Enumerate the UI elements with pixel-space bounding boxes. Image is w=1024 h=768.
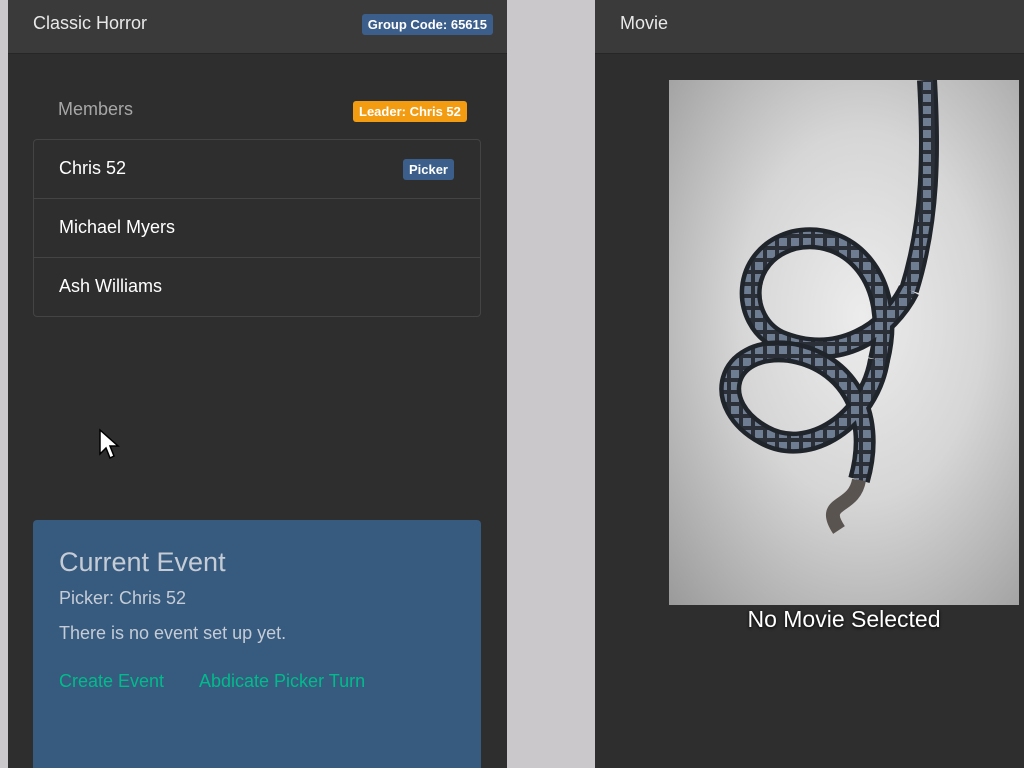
event-title: Current Event bbox=[59, 547, 226, 577]
member-name: Chris 52 bbox=[59, 158, 127, 178]
group-title: Classic Horror bbox=[33, 13, 148, 33]
member-name: Ash Williams bbox=[59, 276, 163, 296]
current-event-card: Current Event Picker: Chris 52 There is … bbox=[33, 520, 481, 768]
member-name: Michael Myers bbox=[59, 217, 176, 237]
members-heading: Members bbox=[58, 99, 134, 119]
event-picker: Picker: Chris 52 bbox=[59, 588, 187, 608]
create-event-link[interactable]: Create Event bbox=[59, 671, 164, 692]
movie-title: Movie bbox=[620, 13, 669, 33]
group-panel: Classic Horror Group Code: 65615 Members… bbox=[8, 0, 507, 768]
member-item[interactable]: Chris 52 Picker bbox=[34, 140, 480, 199]
no-movie-caption: No Movie Selected bbox=[747, 606, 941, 632]
member-item[interactable]: Ash Williams bbox=[34, 258, 480, 316]
film-reel-icon bbox=[669, 80, 1019, 605]
abdicate-picker-link[interactable]: Abdicate Picker Turn bbox=[199, 671, 365, 692]
mouse-pointer-icon bbox=[99, 428, 120, 460]
group-header: Classic Horror Group Code: 65615 bbox=[8, 0, 507, 54]
leader-badge: Leader: Chris 52 bbox=[353, 101, 467, 122]
member-list: Chris 52 Picker Michael Myers Ash Willia… bbox=[33, 139, 481, 317]
movie-panel: Movie No Movie Selected bbox=[595, 0, 1024, 768]
picker-badge: Picker bbox=[402, 159, 454, 180]
event-status: There is no event set up yet. bbox=[59, 623, 287, 643]
member-item[interactable]: Michael Myers bbox=[34, 199, 480, 258]
group-code-badge: Group Code: 65615 bbox=[361, 14, 493, 35]
film-reel-graphic bbox=[719, 80, 940, 534]
movie-header: Movie bbox=[595, 0, 1024, 54]
